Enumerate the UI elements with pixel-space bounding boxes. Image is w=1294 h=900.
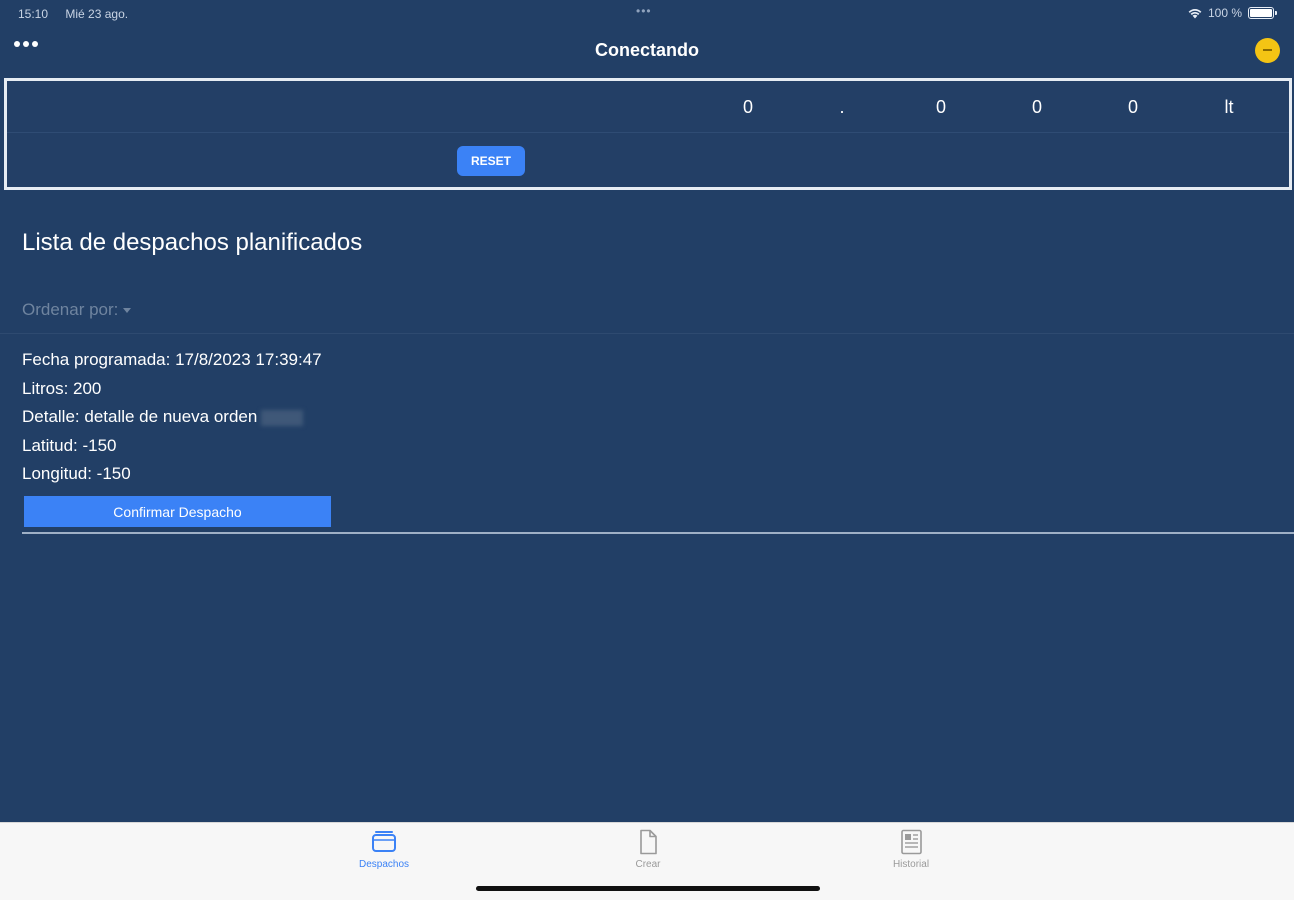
newspaper-icon: [901, 829, 922, 855]
battery-icon: [1248, 7, 1277, 19]
order-latitude: Latitud: -150: [22, 436, 117, 455]
nav-bar: Conectando: [0, 26, 1294, 74]
meter-decimal-point: .: [839, 97, 845, 117]
tab-label: Crear: [635, 859, 661, 870]
battery-percent: 100 %: [1207, 6, 1242, 20]
tab-label: Historial: [892, 859, 930, 870]
wifi-icon: [1188, 8, 1202, 18]
status-left: 15:10 Mié 23 ago.: [18, 7, 142, 21]
meter-digit: 0: [935, 97, 946, 117]
meter-panel: 0 . 0 0 0 lt RESET: [4, 78, 1292, 190]
page-title: Lista de despachos planificados: [22, 229, 363, 256]
tab-label: Despachos: [358, 859, 410, 870]
connection-status-icon[interactable]: [1255, 38, 1280, 63]
redacted-value: [261, 409, 304, 426]
meter-digit: 0: [1031, 97, 1042, 117]
reset-button[interactable]: RESET: [457, 146, 525, 176]
nav-title: Conectando: [594, 40, 699, 60]
meter-digit: 0: [742, 97, 753, 117]
order-date: Fecha programada: 17/8/2023 17:39:47: [22, 350, 322, 369]
status-time: 15:10: [18, 7, 49, 21]
confirm-dispatch-button[interactable]: Confirmar Despacho: [24, 496, 331, 527]
caret-down-icon: [123, 308, 132, 314]
list-divider: [22, 532, 1294, 534]
home-indicator[interactable]: [476, 886, 820, 891]
status-bar: 15:10 Mié 23 ago. ••• 100 %: [0, 0, 1294, 26]
document-icon: [640, 829, 657, 855]
meter-reading: 0 . 0 0 0 lt: [7, 81, 1289, 133]
sort-dropdown[interactable]: Ordenar por:: [0, 292, 1294, 334]
tab-crear[interactable]: Crear: [588, 829, 708, 870]
meter-unit: lt: [1224, 97, 1234, 117]
meter-digit: 0: [1127, 97, 1138, 117]
tab-despachos[interactable]: Despachos: [324, 829, 444, 870]
order-longitude: Longitud: -150: [22, 464, 131, 483]
order-item: Fecha programada: 17/8/2023 17:39:47 Lit…: [0, 345, 1294, 535]
sort-label[interactable]: Ordenar por:: [22, 300, 132, 320]
order-liters: Litros: 200: [22, 379, 102, 398]
tab-historial[interactable]: Historial: [851, 829, 971, 870]
tray-icon: [372, 831, 396, 852]
multitasking-dots-icon[interactable]: •••: [636, 4, 652, 18]
sort-label-text: Ordenar por:: [22, 300, 119, 319]
order-detail-text: Detalle: detalle de nueva orden: [22, 407, 258, 426]
status-right: 100 %: [1188, 6, 1277, 20]
status-date: Mié 23 ago.: [65, 7, 129, 21]
order-detail: Detalle: detalle de nueva orden: [22, 407, 304, 427]
